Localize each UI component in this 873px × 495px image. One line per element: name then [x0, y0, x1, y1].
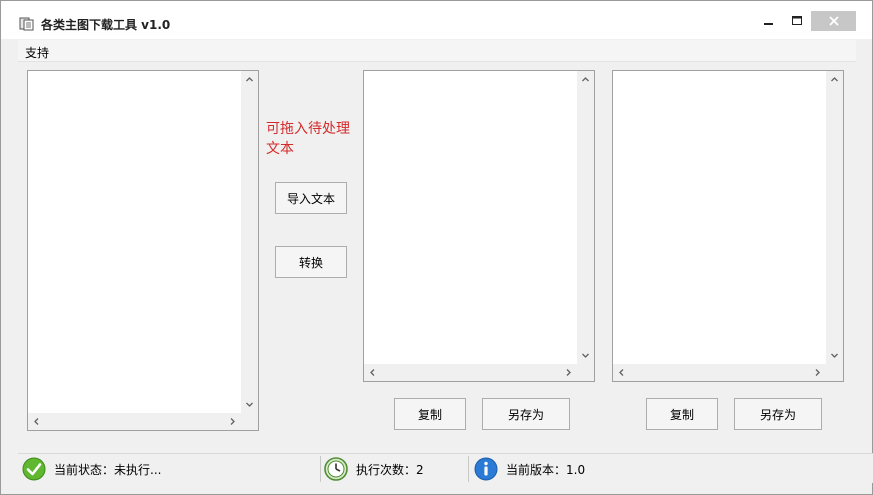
checkmark-icon	[22, 457, 46, 481]
convert-button[interactable]: 转换	[275, 246, 347, 278]
scroll-down-icon[interactable]	[577, 347, 594, 364]
status-version-text: 当前版本：1.0	[506, 462, 586, 477]
status-version-segment: 当前版本：1.0	[474, 457, 585, 481]
status-count-text: 执行次数：2	[356, 462, 424, 477]
minimize-icon	[764, 23, 773, 25]
maximize-icon	[792, 16, 802, 25]
scroll-right-icon[interactable]	[224, 413, 241, 430]
output-1-vertical-scrollbar[interactable]	[577, 71, 594, 364]
output-text-area-2[interactable]	[613, 71, 826, 364]
output-2-horizontal-scrollbar[interactable]	[613, 364, 826, 381]
input-horizontal-scrollbar[interactable]	[28, 413, 241, 430]
window-title: 各类主图下载工具 v1.0	[41, 18, 171, 32]
save-as-button-2[interactable]: 另存为	[734, 398, 822, 430]
maximize-button[interactable]	[782, 11, 812, 31]
scroll-up-icon[interactable]	[241, 71, 258, 88]
document-stack-icon	[19, 17, 34, 31]
input-textbox	[27, 70, 259, 431]
scroll-left-icon[interactable]	[364, 364, 381, 381]
scrollbar-corner	[577, 364, 594, 381]
status-bar: 当前状态：未执行... 执行次数：2 当前版本：1.0	[18, 453, 873, 483]
scroll-down-icon[interactable]	[241, 396, 258, 413]
close-button[interactable]	[811, 11, 856, 31]
scrollbar-corner	[826, 364, 843, 381]
scroll-right-icon[interactable]	[809, 364, 826, 381]
title-bar[interactable]: 各类主图下载工具 v1.0	[1, 1, 872, 39]
scroll-right-icon[interactable]	[560, 364, 577, 381]
output-textbox-1	[363, 70, 595, 382]
scroll-down-icon[interactable]	[826, 347, 843, 364]
scroll-up-icon[interactable]	[577, 71, 594, 88]
import-text-button[interactable]: 导入文本	[275, 182, 347, 214]
menu-bar: 支持	[18, 40, 856, 62]
menu-item-support[interactable]: 支持	[25, 44, 49, 61]
output-2-vertical-scrollbar[interactable]	[826, 71, 843, 364]
scroll-up-icon[interactable]	[826, 71, 843, 88]
output-1-horizontal-scrollbar[interactable]	[364, 364, 577, 381]
output-text-area-1[interactable]	[364, 71, 577, 364]
copy-button-1[interactable]: 复制	[394, 398, 466, 430]
scrollbar-corner	[241, 413, 258, 430]
output-textbox-2	[612, 70, 844, 382]
save-as-button-1[interactable]: 另存为	[482, 398, 570, 430]
input-vertical-scrollbar[interactable]	[241, 71, 258, 413]
status-separator	[468, 456, 469, 482]
status-count-segment: 执行次数：2	[324, 457, 424, 481]
scroll-left-icon[interactable]	[613, 364, 630, 381]
status-state-segment: 当前状态：未执行...	[22, 457, 161, 481]
info-icon	[474, 457, 498, 481]
status-state-text: 当前状态：未执行...	[54, 462, 162, 477]
close-icon	[828, 16, 839, 26]
copy-button-2[interactable]: 复制	[646, 398, 718, 430]
history-clock-icon	[324, 457, 348, 481]
app-window: 各类主图下载工具 v1.0 支持 可拖入待处理文本 导入文本 转换 复制 另存为…	[0, 0, 873, 495]
scroll-left-icon[interactable]	[28, 413, 45, 430]
input-text-area[interactable]	[28, 71, 241, 413]
minimize-button[interactable]	[754, 11, 784, 31]
status-separator	[320, 456, 321, 482]
drag-hint-text: 可拖入待处理文本	[266, 121, 350, 157]
